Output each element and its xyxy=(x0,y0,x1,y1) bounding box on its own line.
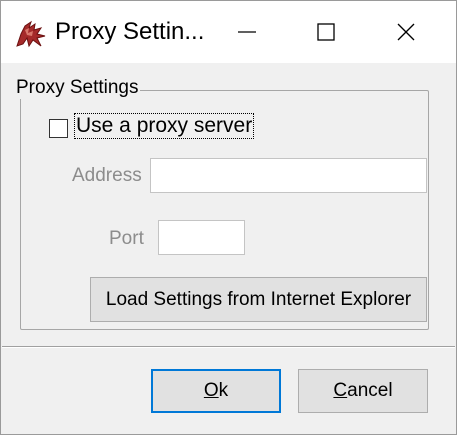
use-proxy-checkbox[interactable] xyxy=(49,119,68,138)
minimize-icon xyxy=(238,31,256,33)
use-proxy-label[interactable]: Use a proxy server xyxy=(73,113,255,139)
close-icon xyxy=(397,23,415,41)
proxy-settings-dialog: Proxy Settin... Proxy Settings Use a pro… xyxy=(0,0,457,435)
group-label: Proxy Settings xyxy=(15,77,140,99)
ok-mnemonic: O xyxy=(203,380,219,401)
ok-label-rest: k xyxy=(218,380,229,401)
port-input[interactable] xyxy=(158,220,245,255)
title-bar[interactable]: Proxy Settin... xyxy=(1,1,456,63)
load-ie-settings-button[interactable]: Load Settings from Internet Explorer xyxy=(90,277,427,322)
cancel-mnemonic: C xyxy=(333,380,348,401)
maximize-button[interactable] xyxy=(289,1,363,63)
maximize-icon xyxy=(317,23,335,41)
app-icon xyxy=(15,20,47,48)
cancel-button[interactable]: Cancel xyxy=(298,369,428,413)
cancel-label-rest: ancel xyxy=(347,380,393,401)
minimize-button[interactable] xyxy=(210,1,284,63)
port-label: Port xyxy=(109,228,144,249)
separator xyxy=(2,346,455,348)
ok-button[interactable]: Ok xyxy=(151,369,281,413)
address-input[interactable] xyxy=(150,158,427,193)
address-label: Address xyxy=(72,165,142,186)
window-title: Proxy Settin... xyxy=(55,18,205,45)
close-button[interactable] xyxy=(369,1,443,63)
